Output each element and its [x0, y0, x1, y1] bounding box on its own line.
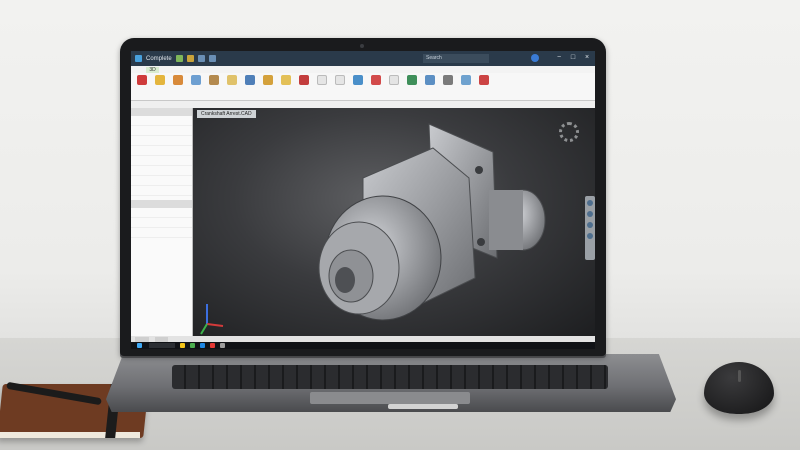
plane-icon — [353, 75, 363, 85]
webcam — [360, 44, 364, 48]
laptop-front-lip — [388, 404, 458, 409]
draft-icon — [263, 75, 273, 85]
pattern-icon — [317, 75, 327, 85]
tab-file[interactable] — [137, 67, 138, 73]
browser-item[interactable] — [131, 208, 192, 218]
mail-icon[interactable] — [209, 343, 215, 348]
mouse-wheel — [738, 370, 741, 382]
ribbon-button[interactable] — [207, 75, 221, 98]
derive-icon — [425, 75, 435, 85]
browser-item[interactable] — [131, 176, 192, 186]
browser-item[interactable] — [131, 156, 192, 166]
status-tab[interactable] — [154, 336, 169, 342]
laptop-screen: Complete Search − □ × 3D Crankshaft Arre… — [131, 51, 595, 349]
laptop-keyboard — [172, 365, 608, 389]
browser-item[interactable] — [131, 218, 192, 228]
revolve-icon — [173, 75, 183, 85]
browser-section-header — [131, 200, 192, 208]
bore-hole — [335, 267, 355, 293]
taskbar-search[interactable] — [149, 343, 175, 348]
mirror-icon — [335, 75, 345, 85]
ribbon-button[interactable] — [423, 75, 437, 98]
ribbon-button[interactable] — [333, 75, 347, 98]
laptop-lid: Complete Search − □ × 3D Crankshaft Arre… — [120, 38, 606, 356]
ribbon-button[interactable] — [225, 75, 239, 98]
tab-3d[interactable]: 3D — [146, 66, 159, 73]
search-input[interactable]: Search — [423, 54, 489, 63]
user-avatar[interactable] — [531, 54, 539, 62]
extrude-icon — [155, 75, 165, 85]
ribbon-button[interactable] — [477, 75, 491, 98]
sketch-icon — [137, 75, 147, 85]
ribbon-button[interactable] — [351, 75, 365, 98]
axis-triad-icon — [200, 304, 224, 335]
freeform-icon — [443, 75, 453, 85]
ribbon-button[interactable] — [441, 75, 455, 98]
ucs-icon — [407, 75, 417, 85]
quick-access-undo-icon[interactable] — [197, 55, 205, 62]
fillet-icon — [209, 75, 219, 85]
ribbon-button[interactable] — [279, 75, 293, 98]
app-icon[interactable] — [189, 343, 195, 348]
status-tab[interactable] — [135, 336, 149, 342]
chamfer-icon — [227, 75, 237, 85]
ribbon-button[interactable] — [405, 75, 419, 98]
ribbon-button[interactable] — [369, 75, 383, 98]
ribbon-toolbar — [131, 73, 595, 101]
ribbon-button[interactable] — [315, 75, 329, 98]
os-taskbar — [131, 342, 595, 349]
browser-header — [131, 108, 192, 116]
ribbon-group-labels — [131, 101, 595, 108]
ribbon-button[interactable] — [189, 75, 203, 98]
app-logo-icon — [135, 55, 142, 62]
ribbon-button[interactable] — [261, 75, 275, 98]
browser-item[interactable] — [131, 166, 192, 176]
model-browser — [131, 108, 193, 336]
quick-access-redo-icon[interactable] — [208, 55, 216, 62]
notebook-pages — [0, 432, 140, 438]
ribbon-button[interactable] — [297, 75, 311, 98]
bolt-hole — [475, 166, 483, 174]
hole-icon — [191, 75, 201, 85]
app-title: Complete — [146, 55, 172, 62]
axis-icon — [371, 75, 381, 85]
quick-access-save-icon[interactable] — [175, 55, 183, 62]
window-controls: − □ × — [555, 54, 591, 62]
laptop-trackpad — [310, 392, 470, 404]
ribbon-button[interactable] — [153, 75, 167, 98]
minimize-button[interactable]: − — [555, 54, 563, 62]
browser-item[interactable] — [131, 136, 192, 146]
3d-model[interactable] — [193, 108, 595, 336]
browser-item[interactable] — [131, 116, 192, 126]
browser-item[interactable] — [131, 146, 192, 156]
folder-icon[interactable] — [179, 343, 185, 348]
thread-icon — [281, 75, 291, 85]
ribbon-tabs: 3D — [131, 66, 595, 73]
ribbon-button[interactable] — [459, 75, 473, 98]
ribbon-button[interactable] — [171, 75, 185, 98]
close-button[interactable]: × — [583, 54, 591, 62]
point-icon — [389, 75, 399, 85]
convert-icon — [461, 75, 471, 85]
quick-access-open-icon[interactable] — [186, 55, 194, 62]
browser-item[interactable] — [131, 228, 192, 238]
finish-icon — [479, 75, 489, 85]
browser-item[interactable] — [131, 186, 192, 196]
start-icon[interactable] — [137, 343, 142, 348]
photo-scene: Complete Search − □ × 3D Crankshaft Arre… — [0, 0, 800, 450]
shell-icon — [245, 75, 255, 85]
ribbon-button[interactable] — [387, 75, 401, 98]
settings-icon[interactable] — [219, 343, 225, 348]
ribbon-button[interactable] — [243, 75, 257, 98]
browser-item[interactable] — [131, 126, 192, 136]
maximize-button[interactable]: □ — [569, 54, 577, 62]
ribbon-button[interactable] — [135, 75, 149, 98]
split-icon — [299, 75, 309, 85]
browser-icon[interactable] — [199, 343, 205, 348]
rear-shaft-body — [489, 190, 523, 250]
3d-viewport[interactable]: Crankshaft Arrest.CAD — [193, 108, 595, 336]
bolt-hole — [477, 238, 485, 246]
app-titlebar: Complete Search − □ × — [131, 51, 595, 66]
